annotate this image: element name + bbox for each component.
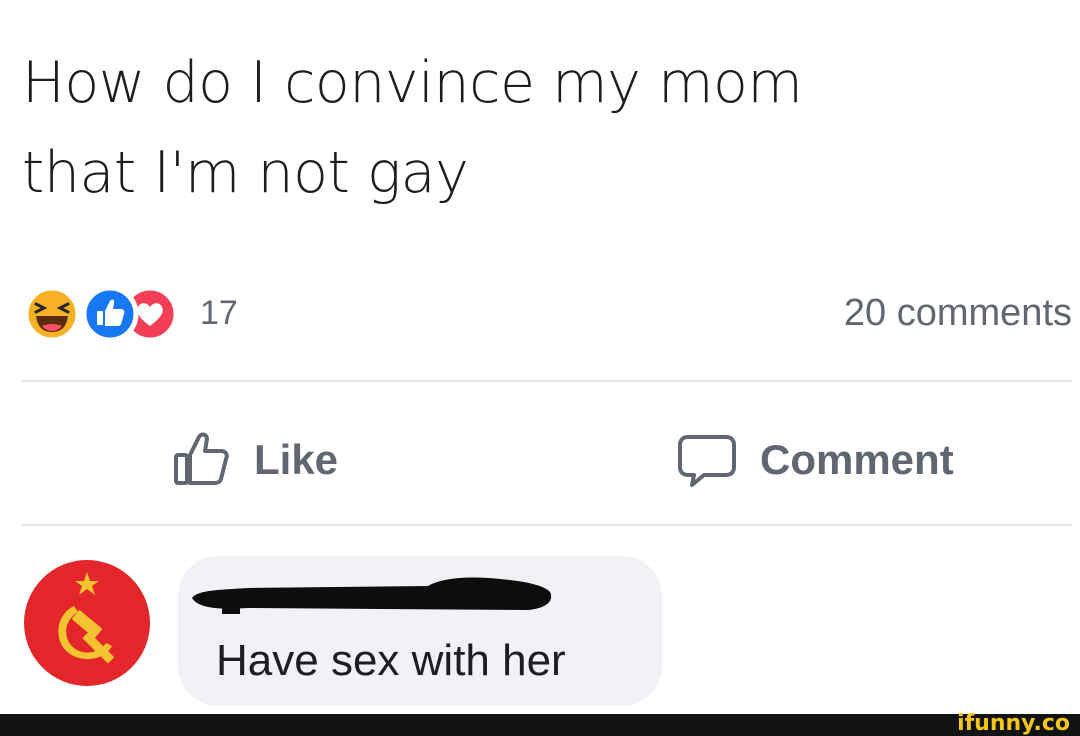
thumbs-up-icon [174, 432, 229, 485]
reaction-count[interactable]: 17 [200, 294, 238, 333]
footer-bar: ifunny.co [0, 711, 1080, 736]
like-reaction-icon [81, 285, 139, 343]
like-button-label: Like [254, 436, 339, 483]
ifunny-watermark: ifunny.co [957, 711, 1070, 736]
avatar[interactable] [22, 558, 152, 688]
comment-button[interactable]: Comment [676, 420, 954, 500]
haha-reaction-icon [23, 285, 81, 343]
divider [22, 524, 1072, 526]
speech-bubble-icon [678, 435, 736, 487]
divider [22, 380, 1072, 382]
reaction-icons[interactable] [22, 284, 192, 344]
post-text: How do I convince my mom that I'm not ga… [22, 38, 1062, 218]
redacted-author-name [192, 577, 552, 614]
comment-button-label: Comment [760, 436, 954, 483]
comment-text: Have sex with her [216, 636, 566, 685]
post-text-line-2: that I'm not gay [22, 140, 469, 206]
reactions-row: 17 20 comments [22, 284, 1072, 344]
like-button[interactable]: Like [170, 420, 338, 500]
post-text-line-1: How do I convince my mom [22, 50, 803, 116]
comments-count-link[interactable]: 20 comments [844, 292, 1072, 335]
